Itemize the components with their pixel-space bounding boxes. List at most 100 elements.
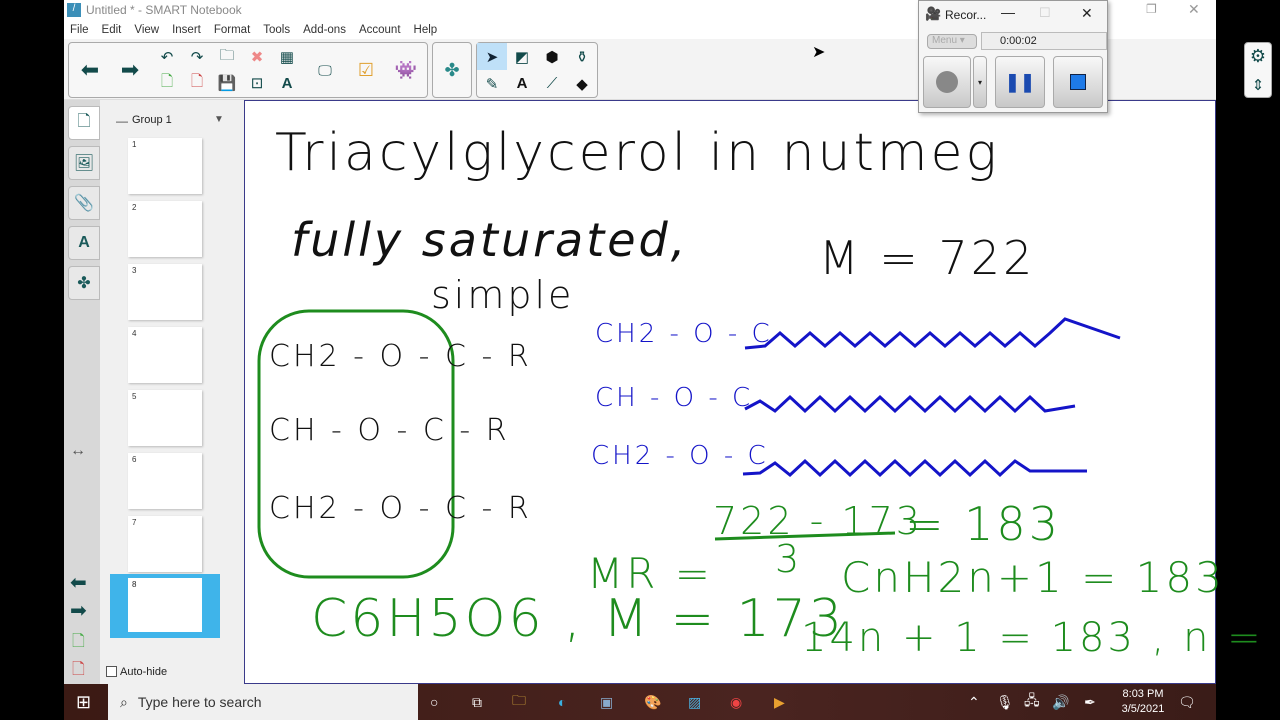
- minimize-icon[interactable]: —: [1001, 4, 1015, 20]
- auto-hide-label: Auto-hide: [120, 666, 168, 678]
- recorder-app-icon[interactable]: ▣: [600, 684, 613, 720]
- paint-icon[interactable]: 🎨: [644, 684, 661, 720]
- close-icon[interactable]: ✕: [1081, 5, 1093, 22]
- page-thumbnail[interactable]: 6: [128, 453, 202, 509]
- record-options-button[interactable]: ▾: [973, 56, 987, 108]
- recorder-menu-dropdown[interactable]: Menu ▾: [927, 34, 977, 49]
- page-icon: 🗋: [77, 112, 91, 130]
- network-icon[interactable]: 🖧: [1024, 684, 1040, 720]
- delete-page-icon[interactable]: 🗋: [183, 71, 211, 95]
- media-player-icon[interactable]: ▶: [774, 684, 785, 720]
- puzzle-icon[interactable]: ✤: [433, 43, 471, 97]
- show-hidden-icons[interactable]: ⌃: [968, 684, 980, 720]
- pens-icon[interactable]: ✎: [477, 70, 507, 97]
- recorder-title: Recor...: [945, 8, 987, 22]
- eraser-icon[interactable]: ◆: [567, 70, 597, 97]
- collapse-icon[interactable]: —: [116, 114, 128, 128]
- chrome-icon[interactable]: ◉: [730, 684, 742, 720]
- menu-insert[interactable]: Insert: [172, 24, 201, 36]
- back-arrow-icon[interactable]: ⬅: [71, 43, 109, 97]
- addons-tab[interactable]: ✤: [68, 266, 100, 300]
- page-sorter-tab[interactable]: 🗋: [68, 106, 100, 140]
- gallery-tab[interactable]: 🖼: [68, 146, 100, 180]
- previous-page-icon[interactable]: ⬅: [70, 570, 87, 595]
- add-page-icon[interactable]: 🗋: [72, 630, 85, 657]
- notifications-icon[interactable]: 🗨: [1178, 684, 1196, 720]
- open-icon[interactable]: 🗀: [213, 45, 241, 69]
- shapes-icon[interactable]: ◩: [507, 43, 537, 70]
- text-icon[interactable]: A: [507, 70, 537, 97]
- page-thumbnail[interactable]: 2: [128, 201, 202, 257]
- delete-icon[interactable]: ✖: [243, 45, 271, 69]
- window-title: Untitled * - SMART Notebook: [86, 3, 242, 17]
- menu-tools[interactable]: Tools: [263, 24, 290, 36]
- move-toolbar-icon[interactable]: ⇕: [1245, 71, 1271, 98]
- menu-help[interactable]: Help: [414, 24, 438, 36]
- fill-shape-icon[interactable]: ⬢: [537, 43, 567, 70]
- menu-addons[interactable]: Add-ons: [303, 24, 346, 36]
- close-icon[interactable]: ✕: [1188, 1, 1200, 18]
- task-view-icon[interactable]: ⧉: [472, 684, 482, 720]
- add-page-icon[interactable]: 🗋: [153, 71, 181, 95]
- page-thumbnail[interactable]: 3: [128, 264, 202, 320]
- microphone-icon[interactable]: 🎙: [996, 684, 1014, 720]
- taskbar-search[interactable]: ⌕ Type here to search: [108, 684, 418, 720]
- menu-view[interactable]: View: [134, 24, 159, 36]
- restore-icon[interactable]: ❐: [1146, 2, 1157, 16]
- volume-icon[interactable]: 🔊: [1052, 684, 1069, 720]
- recorder-window: 🎥 Recor... — ☐ ✕ Menu ▾ 0:00:02 ▾ ❚❚: [918, 0, 1108, 113]
- save-icon[interactable]: 💾: [213, 71, 241, 95]
- saturated-text: fully saturated,: [291, 213, 689, 267]
- record-button[interactable]: [923, 56, 971, 108]
- group-dropdown-icon[interactable]: ▼: [214, 114, 224, 125]
- select-icon[interactable]: ➤: [477, 43, 507, 70]
- next-page-icon[interactable]: ➡: [70, 598, 87, 623]
- show-screen-icon[interactable]: ⊡: [243, 71, 271, 95]
- gear-icon[interactable]: ⚙: [1245, 43, 1271, 70]
- menu-file[interactable]: File: [70, 24, 89, 36]
- pause-button[interactable]: ❚❚: [995, 56, 1045, 108]
- smart-notebook-icon[interactable]: ▨: [688, 684, 701, 720]
- delete-page-icon[interactable]: 🗋: [72, 658, 85, 685]
- paperclip-icon: 📎: [74, 195, 94, 212]
- screen-capture-icon[interactable]: 🖵: [305, 43, 345, 97]
- properties-tab[interactable]: A: [68, 226, 100, 260]
- page-thumbnail-selected[interactable]: 8: [110, 574, 220, 638]
- attachments-tab[interactable]: 📎: [68, 186, 100, 220]
- date: 3/5/2021: [1121, 703, 1165, 715]
- edge-icon[interactable]: ◐: [558, 684, 566, 720]
- stop-button[interactable]: [1053, 56, 1103, 108]
- fill-icon[interactable]: ⚱: [567, 43, 597, 70]
- activity-builder-icon[interactable]: ☑: [347, 43, 385, 97]
- page-thumbnail[interactable]: 4: [128, 327, 202, 383]
- page-thumbnail[interactable]: 5: [128, 390, 202, 446]
- cortana-icon[interactable]: ○: [430, 684, 438, 720]
- menu-label: Menu: [932, 35, 958, 46]
- table-icon[interactable]: ▦: [273, 45, 301, 69]
- line-icon[interactable]: ⟋: [537, 70, 567, 97]
- resize-arrows-icon[interactable]: ↔: [70, 442, 86, 460]
- undo-icon[interactable]: ↶: [153, 45, 181, 69]
- page-thumbnail: 8: [128, 578, 202, 632]
- clock[interactable]: 8:03 PM 3/5/2021: [1116, 687, 1170, 717]
- menu-account[interactable]: Account: [359, 24, 401, 36]
- group-label: Group 1: [132, 114, 172, 126]
- auto-hide-checkbox[interactable]: [106, 666, 117, 677]
- windows-start-icon[interactable]: ⊞: [76, 692, 91, 713]
- page-thumbnail[interactable]: 1: [128, 138, 202, 194]
- text-measure-icon[interactable]: A: [273, 71, 301, 95]
- monster-icon[interactable]: 👾: [387, 43, 425, 97]
- menu-edit[interactable]: Edit: [102, 24, 122, 36]
- whiteboard-canvas[interactable]: Triacylglycerol in nutmeg fully saturate…: [244, 100, 1280, 684]
- file-explorer-icon[interactable]: 🗀: [512, 684, 526, 720]
- menu-format[interactable]: Format: [214, 24, 250, 36]
- record-icon: [936, 71, 958, 93]
- redo-icon[interactable]: ↷: [183, 45, 211, 69]
- solve-equation: 14n + 1 = 183 , n = 13: [801, 615, 1280, 661]
- pause-icon: ❚❚: [1004, 71, 1036, 92]
- pen-icon[interactable]: ✒: [1084, 684, 1096, 720]
- right-structure-line: CH - O - C: [595, 383, 754, 413]
- page-thumbnail[interactable]: 7: [128, 516, 202, 572]
- forward-arrow-icon[interactable]: ➡: [111, 43, 149, 97]
- page-number: 8: [132, 580, 137, 589]
